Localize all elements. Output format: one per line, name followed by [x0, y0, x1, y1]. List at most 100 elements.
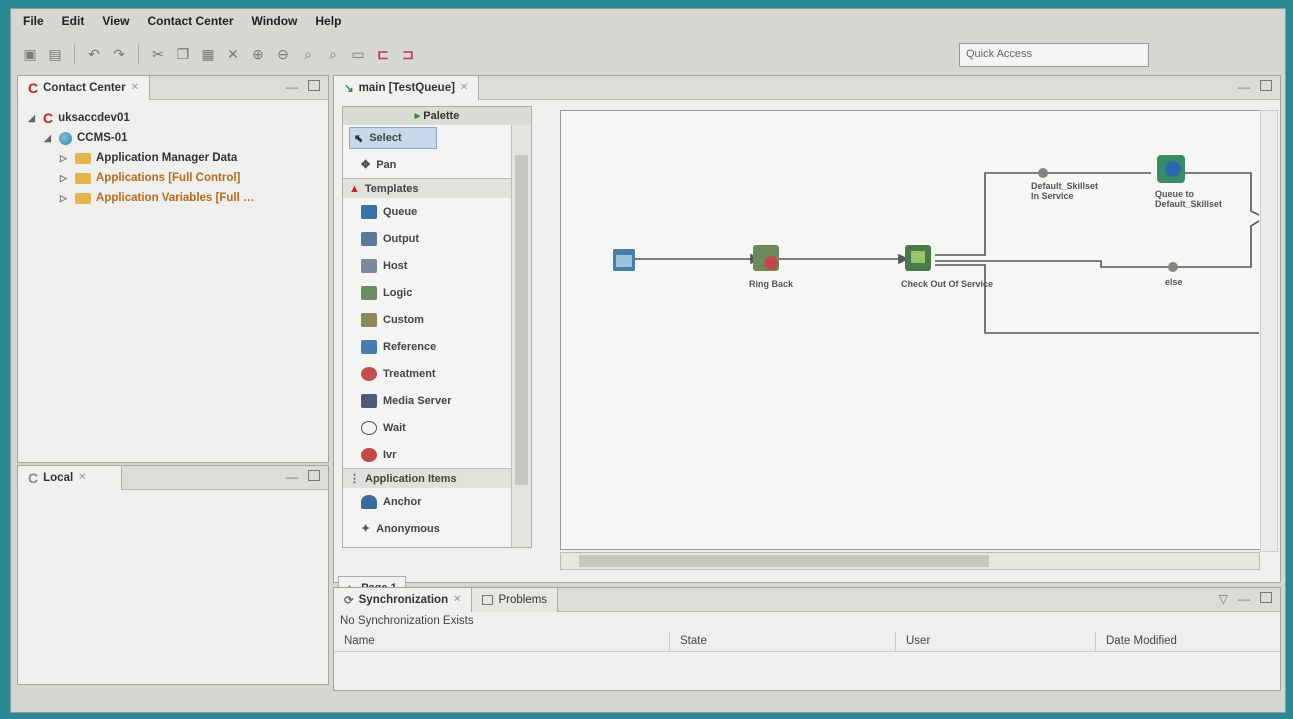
palette-item-queue[interactable]: Queue — [343, 198, 531, 225]
menu-view[interactable]: View — [102, 14, 129, 28]
expand-icon[interactable]: ◢ — [44, 133, 54, 144]
menu-file[interactable]: File — [23, 14, 44, 28]
contact-center-pane-header: C Contact Center ✕ — — [18, 75, 328, 100]
palette-item-media-server[interactable]: Media Server — [343, 387, 531, 414]
tab-synchronization[interactable]: ⟳ Synchronization ✕ — [334, 587, 473, 612]
view-menu-icon[interactable]: ▽ — [1219, 592, 1228, 606]
palette-tool-pan[interactable]: ✥ Pan — [343, 151, 531, 178]
delete-icon[interactable]: ✕ — [224, 45, 242, 63]
ring-back-node[interactable] — [753, 245, 779, 271]
undo-icon[interactable]: ↶ — [85, 45, 103, 63]
palette-item-custom[interactable]: Custom — [343, 306, 531, 333]
zoom-select-icon[interactable]: ⌕ — [324, 45, 342, 63]
minimize-icon[interactable]: — — [1238, 80, 1250, 94]
collapse-icon[interactable]: ▷ — [60, 173, 70, 184]
palette-item-wait[interactable]: Wait — [343, 414, 531, 441]
menu-window[interactable]: Window — [252, 14, 298, 28]
palette-item-treatment[interactable]: Treatment — [343, 360, 531, 387]
close-icon[interactable]: ✕ — [131, 82, 139, 93]
ivr-icon — [361, 447, 377, 462]
collapse-icon[interactable]: ▷ — [60, 153, 70, 164]
contact-center-pane: C Contact Center ✕ — ◢ C uksaccdev01 ◢ C… — [17, 75, 329, 463]
canvas-vertical-scrollbar[interactable] — [1260, 110, 1278, 552]
check-out-of-service-node[interactable] — [905, 245, 931, 271]
palette-item-host[interactable]: Host — [343, 252, 531, 279]
zoom-out-icon[interactable]: ⊖ — [274, 45, 292, 63]
column-state[interactable]: State — [670, 632, 896, 651]
toolbar-divider — [74, 44, 75, 64]
palette-section-templates[interactable]: ▲ Templates — [343, 178, 531, 198]
custom-icon — [361, 312, 377, 327]
palette-item-output[interactable]: Output — [343, 225, 531, 252]
palette-item-ivr[interactable]: Ivr — [343, 441, 531, 468]
zoom-in-icon[interactable]: ⊕ — [249, 45, 267, 63]
palette-item-logic[interactable]: Logic — [343, 279, 531, 306]
canvas-horizontal-scrollbar[interactable] — [560, 552, 1260, 570]
tab-problems[interactable]: Problems — [472, 587, 559, 612]
flow-canvas[interactable]: Ring Back Check Out Of Service Default_S… — [560, 110, 1276, 550]
tab-contact-center-label: Contact Center — [43, 81, 126, 94]
close-icon[interactable]: ✕ — [460, 82, 468, 93]
close-icon[interactable]: ✕ — [453, 594, 461, 605]
else-node[interactable] — [1168, 262, 1178, 272]
menu-contact-center[interactable]: Contact Center — [147, 14, 233, 28]
default-skillset-in-service-node[interactable] — [1038, 168, 1048, 178]
maximize-icon[interactable] — [308, 80, 320, 91]
tab-main-testqueue[interactable]: ↘ main [TestQueue] ✕ — [334, 75, 480, 100]
maximize-icon[interactable] — [308, 470, 320, 481]
maximize-icon[interactable] — [1260, 80, 1272, 91]
zoom-fit-icon[interactable]: ⌕ — [299, 45, 317, 63]
pane-window-buttons: ▽ — — [1219, 592, 1272, 606]
tab-local[interactable]: C Local ✕ — [18, 465, 122, 490]
layout-icon[interactable]: ▭ — [349, 45, 367, 63]
tree-item-app-manager-data[interactable]: ▷ Application Manager Data — [28, 148, 328, 168]
palette-item-anchor[interactable]: Anchor — [343, 488, 531, 515]
maximize-icon[interactable] — [1260, 592, 1272, 603]
anchor-icon — [361, 494, 377, 509]
column-date-modified[interactable]: Date Modified — [1096, 632, 1276, 651]
menu-edit[interactable]: Edit — [62, 14, 85, 28]
editor-pane: ↘ main [TestQueue] ✕ — ▸ Palette ⬉ Selec… — [333, 75, 1281, 600]
save-icon[interactable]: ▣ — [21, 45, 39, 63]
palette-scrollbar[interactable] — [511, 125, 531, 547]
tree-item-server[interactable]: ◢ C uksaccdev01 — [28, 108, 328, 128]
tree-item-applications[interactable]: ▷ Applications [Full Control] — [28, 168, 328, 188]
queue-to-default-skillset-node[interactable] — [1157, 155, 1185, 183]
select-arrow-icon: ⬉ — [354, 132, 364, 145]
palette-item-anonymous[interactable]: ✦ Anonymous — [343, 515, 531, 542]
local-pane-header: C Local ✕ — — [18, 465, 328, 490]
disconnect-icon[interactable]: ⊐ — [399, 45, 417, 63]
redo-icon[interactable]: ↷ — [110, 45, 128, 63]
palette-item-label: Anchor — [383, 495, 422, 508]
tree-item-ccms[interactable]: ◢ CCMS-01 — [28, 128, 328, 148]
cut-icon[interactable]: ✂ — [149, 45, 167, 63]
collapse-icon[interactable]: ▷ — [60, 193, 70, 204]
column-user[interactable]: User — [896, 632, 1096, 651]
minimize-icon[interactable]: — — [286, 80, 298, 94]
canvas-scroll-thumb[interactable] — [579, 555, 989, 567]
pan-icon: ✥ — [361, 159, 371, 171]
start-node[interactable] — [613, 249, 635, 271]
minimize-icon[interactable]: — — [286, 470, 298, 484]
palette-scroll-thumb[interactable] — [515, 155, 528, 485]
flow-diagram — [613, 155, 1260, 334]
palette-section-app-items[interactable]: ⋮ Application Items — [343, 468, 531, 488]
expand-icon[interactable]: ◢ — [28, 113, 38, 124]
tab-contact-center[interactable]: C Contact Center ✕ — [18, 75, 150, 100]
tree-item-app-variables[interactable]: ▷ Application Variables [Full … — [28, 188, 328, 208]
close-icon[interactable]: ✕ — [78, 472, 86, 483]
copy-icon[interactable]: ❐ — [174, 45, 192, 63]
tree-item-label: CCMS-01 — [77, 132, 128, 144]
minimize-icon[interactable]: — — [1238, 592, 1250, 606]
palette-item-label: Custom — [383, 313, 424, 326]
save-all-icon[interactable]: ▤ — [46, 45, 64, 63]
palette-item-reference[interactable]: Reference — [343, 333, 531, 360]
palette-title[interactable]: ▸ Palette — [343, 107, 531, 125]
paste-icon[interactable]: ▦ — [199, 45, 217, 63]
menu-help[interactable]: Help — [315, 14, 341, 28]
connector-check-loop — [935, 264, 1259, 334]
connect-icon[interactable]: ⊏ — [374, 45, 392, 63]
quick-access-input[interactable]: Quick Access — [959, 43, 1149, 67]
column-name[interactable]: Name — [334, 632, 670, 651]
palette-tool-select[interactable]: ⬉ Select — [349, 127, 437, 149]
